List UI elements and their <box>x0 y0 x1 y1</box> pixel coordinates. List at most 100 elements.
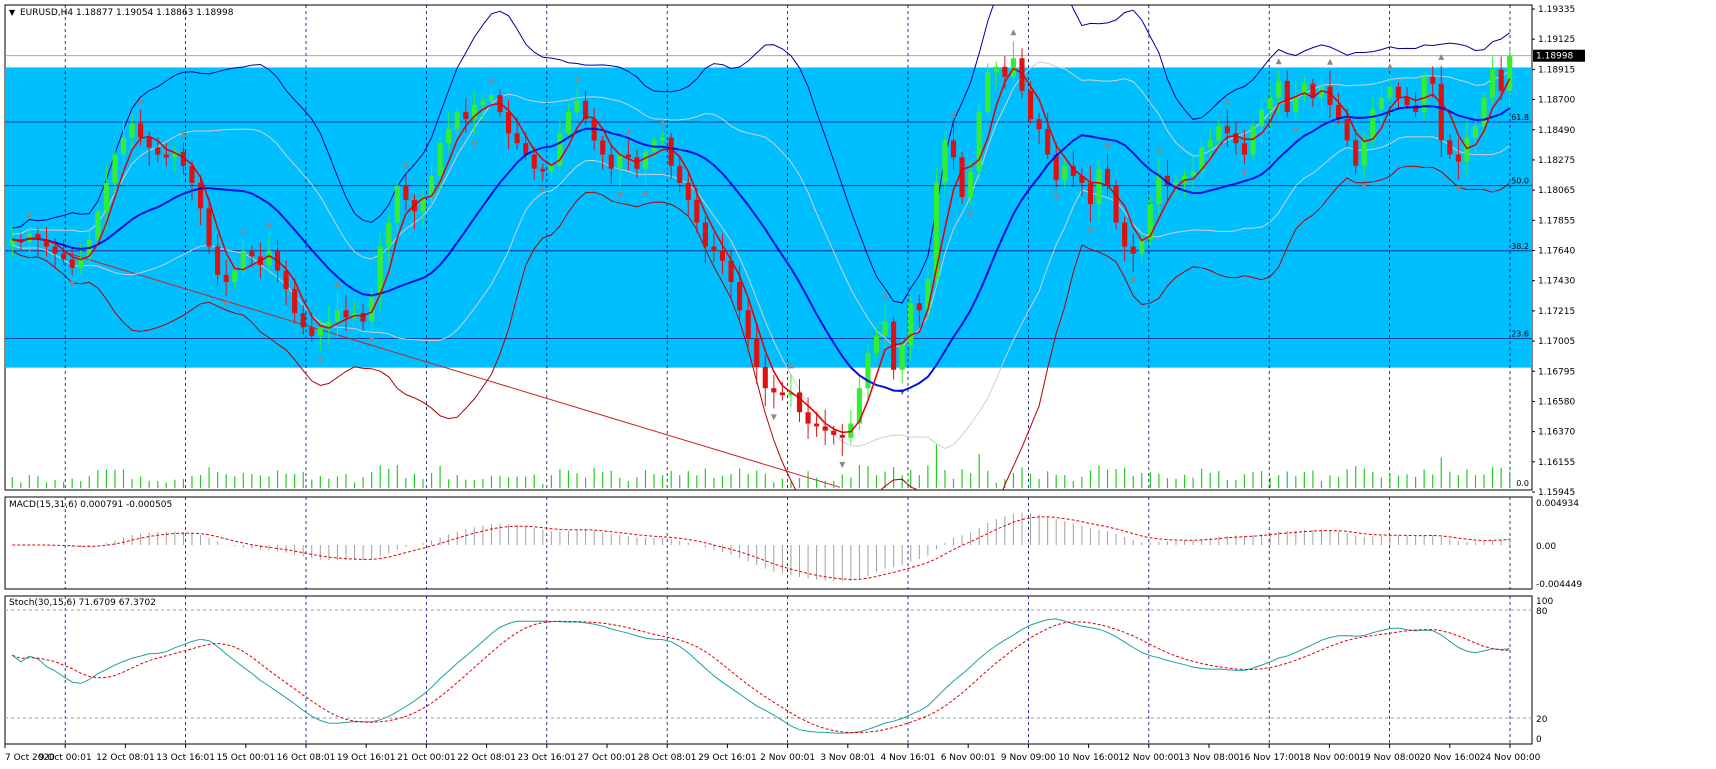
candle-body <box>1250 126 1256 155</box>
candle-body <box>69 259 75 268</box>
candle-body <box>1259 109 1265 127</box>
candle-body <box>762 366 768 389</box>
time-axis-label: 13 Nov 08:00 <box>1179 753 1240 763</box>
current-price-marker: 1.18998 <box>1533 49 1585 62</box>
candle-body <box>52 246 58 254</box>
time-axis-label: 13 Oct 16:01 <box>156 753 215 763</box>
candle-body <box>1464 137 1470 162</box>
candle-body <box>959 157 965 198</box>
price-axis-label: 1.18915 <box>1538 65 1575 75</box>
candle-body <box>1404 97 1410 105</box>
collapse-triangle-icon[interactable]: ▼ <box>9 8 16 17</box>
candle-body <box>155 147 161 155</box>
candle-body <box>1147 204 1153 240</box>
price-axis-label: 1.18065 <box>1538 186 1575 196</box>
symbol-header: EURUSD,H4 1.18877 1.19054 1.18863 1.1899… <box>20 8 234 18</box>
candle-body <box>103 182 109 212</box>
candle-body <box>249 250 255 257</box>
time-axis-label: 21 Oct 00:01 <box>397 753 456 763</box>
fib-level-label: 50.0 <box>1511 177 1529 186</box>
candle-body <box>1387 86 1393 98</box>
candle-body <box>540 168 546 172</box>
candle-body <box>343 310 349 318</box>
stoch-tick-80: 80 <box>1536 607 1548 617</box>
time-axis-label: 12 Nov 00:00 <box>1118 753 1179 763</box>
price-axis-label: 1.18700 <box>1538 96 1575 106</box>
time-axis-label: 29 Oct 16:01 <box>698 753 757 763</box>
price-axis-label: 1.17215 <box>1538 307 1575 317</box>
candle-body <box>1413 104 1419 113</box>
time-axis-label: 10 Nov 16:00 <box>1058 753 1119 763</box>
candle-body <box>1104 168 1111 186</box>
candle-body <box>240 250 246 271</box>
candle-body <box>309 327 315 336</box>
candle-body <box>993 66 999 73</box>
candle-body <box>1395 86 1402 98</box>
macd-tick-zero: 0.00 <box>1536 542 1556 552</box>
candle-body <box>506 112 512 134</box>
candle-body <box>463 112 469 120</box>
price-axis-label: 1.18275 <box>1538 156 1575 166</box>
candle-body <box>574 100 580 113</box>
candle-body <box>266 250 272 265</box>
candle-body <box>215 246 221 275</box>
price-axis-label: 1.17005 <box>1538 337 1575 347</box>
price-axis-label: 1.16155 <box>1538 458 1575 468</box>
stoch-axis: 100 80 20 0 <box>1536 597 1553 745</box>
candle-body <box>1139 239 1145 254</box>
time-axis[interactable]: 7 Oct 20209 Oct 00:01 12 Oct 08:01 13 Oct … <box>4 744 1541 763</box>
candle-body <box>206 208 212 247</box>
candle-body <box>976 112 982 172</box>
candle-body <box>1036 119 1042 130</box>
macd-panel[interactable] <box>4 496 1533 590</box>
candle-body <box>1267 97 1273 110</box>
candle-body <box>882 321 888 336</box>
candle-body <box>1087 182 1094 205</box>
price-axis-label: 1.19125 <box>1538 35 1575 45</box>
price-axis[interactable]: 1.19335 1.19125 1.18915 1.18700 1.18490 1.182… <box>1532 5 1575 498</box>
candle-body <box>625 154 631 158</box>
candle-body <box>942 140 948 183</box>
candle-body <box>1498 69 1504 91</box>
candle-body <box>600 140 606 155</box>
macd-label: MACD(15,31,6) 0.000791 -0.000505 <box>9 500 172 510</box>
candle-body <box>565 112 572 134</box>
time-axis-label: 9 Nov 09:00 <box>1001 753 1056 763</box>
candle-body <box>232 270 238 282</box>
stoch-tick-20: 20 <box>1536 715 1548 725</box>
candle-body <box>1062 165 1068 181</box>
fib-level-label: 61.8 <box>1511 113 1529 122</box>
candle-body <box>617 154 623 169</box>
time-axis-label: 18 Nov 00:00 <box>1299 753 1360 763</box>
candle-body <box>950 140 957 158</box>
candle-body <box>1490 69 1496 98</box>
candle-body <box>1378 97 1384 110</box>
time-axis-label: 3 Nov 08:01 <box>820 753 875 763</box>
candle-body <box>608 154 614 169</box>
price-axis-label: 1.16580 <box>1538 397 1575 407</box>
candle-body <box>292 289 298 314</box>
metatrader-chart-window[interactable]: ▼ EURUSD,H4 1.18877 1.19054 1.18863 1.18… <box>0 0 1716 765</box>
candle-body <box>814 423 820 427</box>
time-axis-label: 4 Nov 16:01 <box>881 753 936 763</box>
stoch-tick-0: 0 <box>1536 735 1542 745</box>
candle-body <box>1190 171 1196 176</box>
candle-body <box>908 303 914 346</box>
candle-body <box>694 199 700 223</box>
price-axis-label: 1.16795 <box>1538 367 1575 377</box>
stoch-tick-100: 100 <box>1536 597 1553 607</box>
candle-body <box>317 327 323 336</box>
stochastic-panel[interactable] <box>4 595 1533 745</box>
candle-body <box>968 171 974 198</box>
candle-body <box>685 182 691 200</box>
fib-level-label: 0.0 <box>1516 479 1529 488</box>
candle-body <box>1507 55 1513 91</box>
chart-canvas[interactable]: ▼ EURUSD,H4 1.18877 1.19054 1.18863 1.18… <box>0 0 1716 765</box>
candle-body <box>1447 140 1453 155</box>
candle-body <box>899 345 905 370</box>
candle-body <box>1353 140 1359 166</box>
candle-body <box>1002 66 1008 77</box>
time-axis-label: 24 Nov 00:00 <box>1480 753 1541 763</box>
candle-body <box>1027 90 1034 120</box>
candle-body <box>197 182 204 209</box>
